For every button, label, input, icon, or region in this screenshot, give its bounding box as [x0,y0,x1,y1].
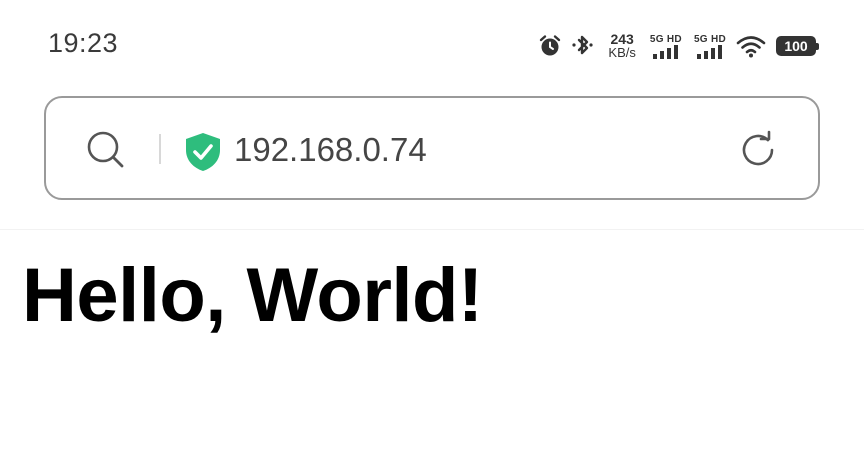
shield-check-icon[interactable] [184,132,222,172]
content-divider [0,229,864,230]
search-icon[interactable] [84,128,128,172]
page-heading: Hello, World! [22,253,483,338]
network-speed: 243 KB/s [608,32,635,60]
battery-level: 100 [784,38,808,54]
reload-icon[interactable] [736,128,780,172]
status-icons: 243 KB/s 5G HD 5G HD 100 [538,28,819,64]
battery-icon: 100 [776,36,819,56]
status-time: 19:23 [48,28,119,58]
network-speed-unit: KB/s [608,45,636,60]
signal-icon [652,44,678,59]
browser-screen: 19:23 243 KB/s 5G HD 5G HD 100 192.168.0… [0,0,864,474]
sim2-network-label: 5G HD [693,33,726,45]
signal-icon [696,44,722,59]
sim1-network-label: 5G HD [649,33,682,45]
address-bar-divider [159,134,161,164]
sim2-signal: 5G HD [694,34,726,59]
alarm-icon [538,34,562,58]
status-bar: 19:23 243 KB/s 5G HD 5G HD 100 [0,0,864,90]
url-field[interactable]: 192.168.0.74 [234,128,427,172]
wifi-icon [736,34,766,58]
sim1-signal: 5G HD [650,34,682,59]
network-speed-value: 243 [610,31,634,47]
bluetooth-icon [570,33,596,59]
address-bar[interactable]: 192.168.0.74 [44,96,820,200]
